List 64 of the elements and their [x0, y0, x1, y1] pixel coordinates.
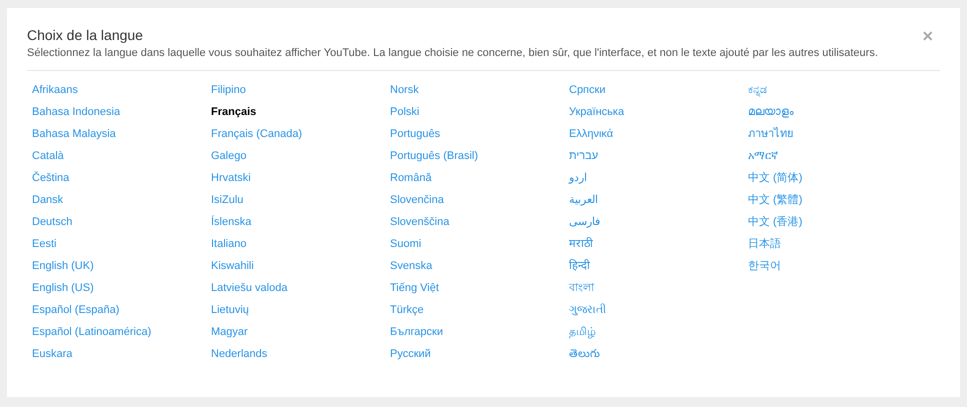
language-link[interactable]: বাংলা — [569, 277, 594, 295]
language-link[interactable]: Українська — [569, 101, 624, 119]
language-link[interactable]: 中文 (简体) — [748, 167, 802, 185]
language-link[interactable]: தமிழ் — [569, 321, 596, 339]
language-link[interactable]: Español (España) — [32, 299, 120, 317]
language-link[interactable]: Suomi — [390, 233, 422, 251]
language-link[interactable]: Ελληνικά — [569, 123, 614, 141]
language-link[interactable]: ภาษาไทย — [748, 123, 793, 141]
language-link[interactable]: አማርኛ — [748, 145, 778, 163]
language-link[interactable]: 한국어 — [748, 255, 781, 273]
close-button[interactable]: × — [922, 27, 933, 45]
language-link[interactable]: Svenska — [390, 255, 432, 273]
language-link[interactable]: Eesti — [32, 233, 56, 251]
language-link[interactable]: ગુજરાતી — [569, 299, 606, 317]
language-link[interactable]: Italiano — [211, 233, 246, 251]
language-link[interactable]: Slovenščina — [390, 211, 450, 229]
language-link[interactable]: Български — [390, 321, 443, 339]
language-link[interactable]: Српски — [569, 79, 606, 97]
language-link[interactable]: Română — [390, 167, 432, 185]
language-link[interactable]: English (US) — [32, 277, 94, 295]
language-link[interactable]: Galego — [211, 145, 246, 163]
language-link[interactable]: Norsk — [390, 79, 419, 97]
language-link[interactable]: Magyar — [211, 321, 248, 339]
language-link[interactable]: Euskara — [32, 343, 72, 361]
language-link[interactable]: മലയാളം — [748, 101, 794, 119]
language-link[interactable]: 日本語 — [748, 233, 781, 251]
language-link[interactable]: 中文 (繁體) — [748, 189, 802, 207]
language-link[interactable]: English (UK) — [32, 255, 94, 273]
language-link[interactable]: Latviešu valoda — [211, 277, 288, 295]
language-link[interactable]: Bahasa Indonesia — [32, 101, 120, 119]
language-link[interactable]: Türkçe — [390, 299, 424, 317]
language-link[interactable]: Français — [211, 101, 256, 119]
dialog-description: Sélectionnez la langue dans laquelle vous souhaitez afficher YouTube. La langue choisie ne concerne, bien sûr, que l'interface, et non le texte ajouté par les autres utilisateurs. — [27, 47, 878, 59]
language-link[interactable]: తెలుగు — [569, 343, 600, 361]
language-link[interactable]: 中文 (香港) — [748, 211, 802, 229]
language-link[interactable]: IsiZulu — [211, 189, 244, 207]
language-link[interactable]: Tiếng Việt — [390, 277, 439, 295]
language-link[interactable]: Slovenčina — [390, 189, 444, 207]
dialog-title: Choix de la langue — [27, 27, 144, 43]
language-link[interactable]: ಕನ್ನಡ — [748, 79, 767, 97]
language-link[interactable]: Čeština — [32, 167, 70, 185]
language-link[interactable]: Afrikaans — [32, 79, 78, 97]
language-link[interactable]: हिन्दी — [569, 255, 590, 273]
language-link[interactable]: Català — [32, 145, 64, 163]
language-link[interactable]: Filipino — [211, 79, 246, 97]
language-link[interactable]: اردو — [569, 167, 587, 185]
language-link[interactable]: Bahasa Malaysia — [32, 123, 116, 141]
language-link[interactable]: मराठी — [569, 233, 593, 251]
language-link[interactable]: Português (Brasil) — [390, 145, 478, 163]
language-link[interactable]: Polski — [390, 101, 420, 119]
language-link[interactable]: Lietuvių — [211, 299, 249, 317]
language-link[interactable]: فارسی — [569, 211, 600, 229]
language-link[interactable]: Íslenska — [211, 211, 252, 229]
language-link[interactable]: Kiswahili — [211, 255, 254, 273]
language-link[interactable]: Français (Canada) — [211, 123, 302, 141]
language-link[interactable]: Nederlands — [211, 343, 268, 361]
language-link[interactable]: Español (Latinoamérica) — [32, 321, 152, 339]
language-link[interactable]: עברית — [569, 145, 598, 163]
language-link[interactable]: Deutsch — [32, 211, 72, 229]
language-link[interactable]: Português — [390, 123, 440, 141]
language-link[interactable]: Hrvatski — [211, 167, 251, 185]
language-link[interactable]: العربية — [569, 189, 598, 207]
language-link[interactable]: Dansk — [32, 189, 64, 207]
language-link[interactable]: Русский — [390, 343, 431, 361]
